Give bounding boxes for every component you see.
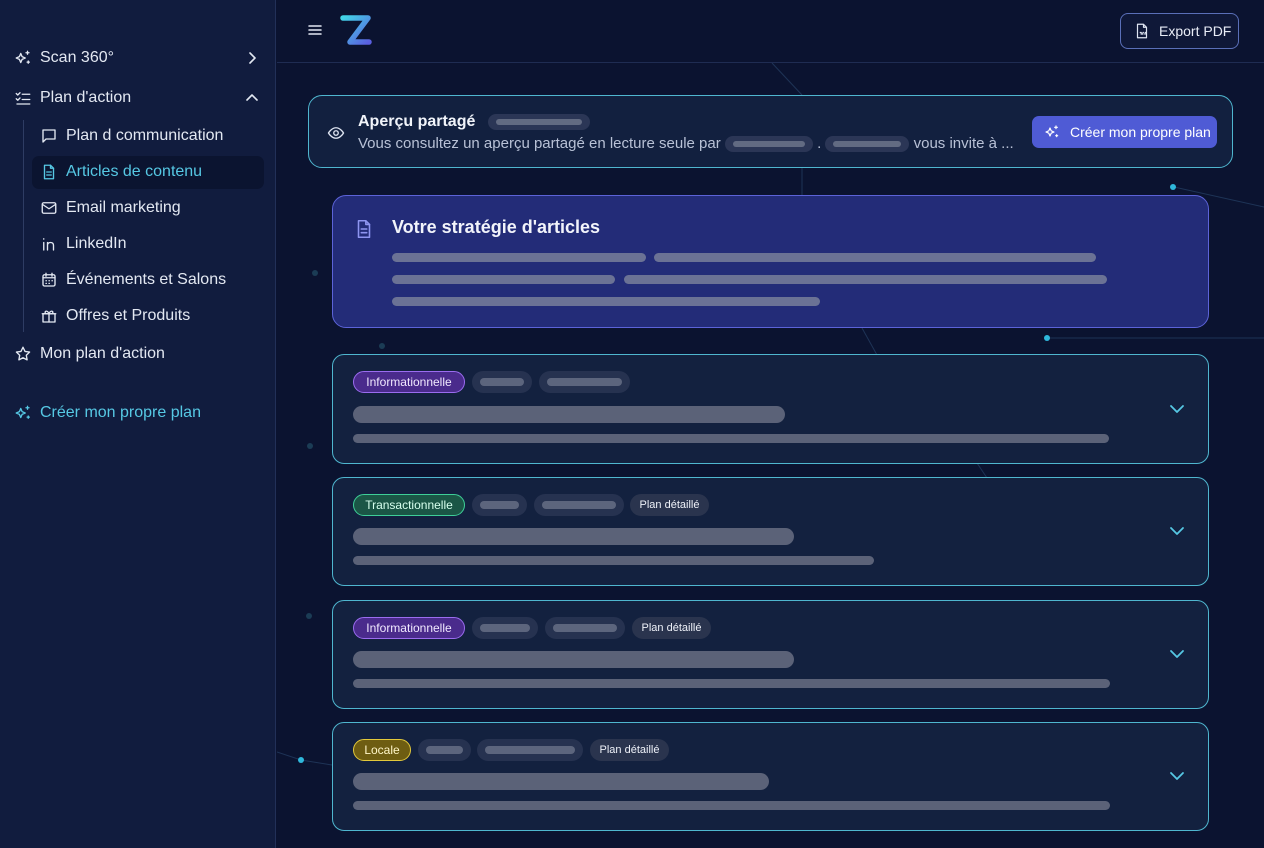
placeholder-text-line	[392, 253, 646, 262]
sidebar-subitem-label: Événements et Salons	[66, 271, 227, 288]
calendar-icon	[40, 271, 58, 289]
sparkles-icon	[14, 404, 32, 422]
redacted-pill	[487, 113, 590, 130]
chevron-down-icon[interactable]	[1167, 644, 1187, 664]
article-card[interactable]: Informationnelle Plan détaillé	[332, 600, 1209, 709]
star-icon	[14, 345, 32, 363]
placeholder-text-line	[654, 253, 1096, 262]
placeholder-title	[353, 528, 794, 545]
pdf-file-icon	[1136, 23, 1148, 39]
detailed-plan-badge: Plan détaillé	[590, 739, 669, 761]
placeholder-text-line	[392, 297, 820, 306]
banner-text-after: vous invite à ...	[913, 135, 1014, 152]
placeholder-text-line	[353, 679, 1110, 688]
sidebar-create-plan-link[interactable]: Créer mon propre plan	[14, 399, 201, 427]
sidebar-item-label: Scan 360°	[40, 49, 115, 66]
chevron-right-icon[interactable]	[244, 50, 260, 66]
sidebar-subitem-events[interactable]: Événements et Salons	[40, 266, 226, 294]
shared-preview-banner: Aperçu partagé Vous consultez un aperçu …	[308, 95, 1233, 168]
sidebar-item-label: Créer mon propre plan	[40, 404, 201, 421]
create-own-plan-label: Créer mon propre plan	[1070, 124, 1211, 140]
mail-icon	[40, 199, 58, 217]
banner-separator: .	[817, 135, 822, 152]
redacted-pill	[534, 494, 624, 516]
sidebar: Scan 360° Plan d'action Plan d communica…	[0, 0, 276, 848]
checklist-icon	[14, 89, 32, 107]
strategy-title: Votre stratégie d'articles	[392, 217, 601, 237]
sidebar-subitem-communication[interactable]: Plan d communication	[40, 122, 223, 150]
sidebar-subitem-email[interactable]: Email marketing	[40, 194, 181, 222]
export-pdf-label: Export PDF	[1159, 23, 1232, 39]
placeholder-text-line	[624, 275, 1107, 284]
placeholder-title	[353, 651, 794, 668]
sidebar-subitem-label: LinkedIn	[66, 235, 127, 252]
intent-tag: Locale	[353, 739, 411, 761]
placeholder-title	[353, 773, 769, 790]
intent-tag: Informationnelle	[353, 371, 465, 393]
article-card[interactable]: Transactionnelle Plan détaillé	[332, 477, 1209, 586]
intent-tag: Informationnelle	[353, 617, 465, 639]
banner-text-before: Vous consultez un aperçu partagé en lect…	[358, 135, 721, 152]
top-bar: Export PDF	[277, 0, 1264, 63]
banner-title: Aperçu partagé	[358, 113, 590, 131]
file-text-icon	[357, 219, 371, 239]
chevron-up-icon[interactable]	[244, 90, 260, 106]
sidebar-item-plan-action[interactable]: Plan d'action	[14, 84, 131, 112]
redacted-pill	[724, 136, 813, 153]
menu-icon[interactable]	[307, 22, 323, 38]
sidebar-subitem-label: Email marketing	[66, 199, 181, 216]
brand-logo[interactable]	[339, 12, 373, 50]
main-content: Export PDF Aperçu partagé Vous consultez…	[277, 0, 1264, 848]
placeholder-text-line	[353, 556, 874, 565]
subtree-line	[23, 120, 24, 332]
redacted-pill	[539, 371, 630, 393]
strategy-card: Votre stratégie d'articles	[332, 195, 1209, 328]
sidebar-item-label: Mon plan d'action	[40, 345, 165, 362]
redacted-pill	[477, 739, 583, 761]
redacted-pill	[825, 136, 910, 153]
placeholder-text-line	[392, 275, 615, 284]
article-card[interactable]: Locale Plan détaillé	[332, 722, 1209, 831]
placeholder-text-line	[353, 434, 1109, 443]
chevron-down-icon[interactable]	[1167, 521, 1187, 541]
banner-title-text: Aperçu partagé	[358, 113, 476, 130]
sidebar-subitem-offers[interactable]: Offres et Produits	[40, 302, 190, 330]
linkedin-icon	[40, 235, 58, 253]
sidebar-subitem-label: Offres et Produits	[66, 307, 191, 324]
redacted-pill	[545, 617, 625, 639]
sidebar-subitem-label: Plan d communication	[66, 127, 224, 144]
intent-tag: Transactionnelle	[353, 494, 465, 516]
file-text-icon	[40, 163, 58, 181]
sidebar-item-scan-360[interactable]: Scan 360°	[14, 44, 114, 72]
sidebar-subitem-linkedin[interactable]: LinkedIn	[40, 230, 127, 258]
sparkles-icon	[1045, 125, 1059, 138]
sidebar-item-label: Plan d'action	[40, 89, 132, 106]
eye-icon	[327, 127, 345, 139]
detailed-plan-badge: Plan détaillé	[632, 617, 711, 639]
chevron-down-icon[interactable]	[1167, 399, 1187, 419]
sparkles-icon	[14, 49, 32, 67]
detailed-plan-badge: Plan détaillé	[630, 494, 709, 516]
sidebar-subitem-articles[interactable]: Articles de contenu	[40, 158, 202, 186]
article-card[interactable]: Informationnelle	[332, 354, 1209, 464]
sidebar-item-mon-plan[interactable]: Mon plan d'action	[14, 340, 165, 368]
gift-icon	[40, 307, 58, 325]
placeholder-title	[353, 406, 785, 423]
banner-description: Vous consultez un aperçu partagé en lect…	[358, 135, 1014, 153]
redacted-pill	[472, 494, 527, 516]
message-square-icon	[40, 127, 58, 145]
export-pdf-button[interactable]: Export PDF	[1120, 13, 1239, 49]
chevron-down-icon[interactable]	[1167, 766, 1187, 786]
placeholder-text-line	[353, 801, 1110, 810]
sidebar-subitem-label: Articles de contenu	[66, 163, 203, 180]
redacted-pill	[418, 739, 471, 761]
redacted-pill	[472, 617, 538, 639]
redacted-pill	[472, 371, 532, 393]
create-own-plan-button[interactable]: Créer mon propre plan	[1032, 116, 1217, 148]
